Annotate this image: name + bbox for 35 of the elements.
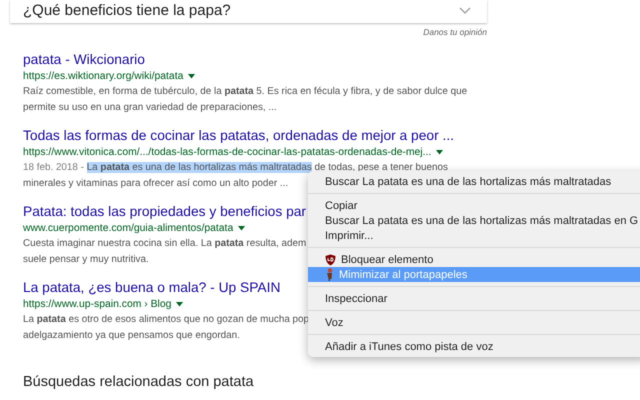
feedback-link[interactable]: Danos tu opinión — [423, 27, 487, 37]
result-title-link[interactable]: Todas las formas de cocinar las patatas, ordenadas de mejor a peor ... — [23, 127, 454, 145]
menu-item[interactable]: Copiar — [308, 198, 640, 213]
menu-item[interactable]: Inspeccionar — [308, 291, 640, 306]
dropdown-caret-icon[interactable] — [238, 226, 246, 231]
result-snippet: 18 feb. 2018 - La patata es una de las hortalizas más maltratadas de todas, pese a tener buenos — [23, 161, 448, 175]
result-snippet: Cuesta imaginar nuestra cocina sin ella. La patata resulta, adem — [23, 237, 306, 251]
menu-item[interactable]: Imprimir... — [308, 228, 640, 243]
result-snippet: Raíz comestible, en forma de tubérculo, de la patata 5. Es rica en fécula y fibra, y de sabor dulce que — [23, 85, 468, 99]
result-snippet: minerales y vitaminas para ofrecer así como un alto poder ... — [23, 176, 288, 190]
dropdown-caret-icon[interactable] — [436, 150, 444, 155]
result-url: https://es.wiktionary.org/wiki/patata — [23, 71, 184, 82]
result-snippet: adelgazamiento ya que pensamos que engordan. — [23, 328, 240, 342]
result-url: www.cuerpomente.com/guia-alimentos/patata — [23, 223, 234, 234]
dropdown-caret-icon[interactable] — [176, 302, 184, 307]
result-snippet: permite su uso en una gran variedad de preparaciones, ... — [23, 100, 277, 114]
menu-item[interactable]: Buscar La patata es una de las hortalizas más maltratadas — [308, 174, 640, 189]
related-searches-heading: Búsquedas relacionadas con patata — [23, 374, 254, 390]
menu-item[interactable]: Añadir a iTunes como pista de voz — [308, 339, 640, 354]
result-url: https://www.up-spain.com › Blog — [23, 299, 172, 310]
dropdown-caret-icon[interactable] — [188, 74, 196, 79]
menu-item[interactable]: Voz — [308, 315, 640, 330]
figure-icon — [325, 268, 334, 281]
question-text: ¿Qué beneficios tiene la papa? — [23, 2, 231, 19]
menu-item[interactable]: Bloquear elemento — [308, 252, 640, 267]
result-title-link[interactable]: Patata: todas las propiedades y beneficios par — [23, 203, 306, 221]
result-title-link[interactable]: patata - Wikcionario — [23, 51, 145, 69]
chevron-icon[interactable] — [459, 6, 471, 14]
result-snippet: La patata es otro de esos alimentos que no gozan de mucha pop — [23, 313, 310, 327]
shield-icon — [325, 254, 336, 266]
result-snippet: suele pensar y muy nutritiva. — [23, 252, 149, 266]
result-title-link[interactable]: La patata, ¿es buena o mala? - Up SPAIN — [23, 279, 280, 297]
menu-item[interactable]: Buscar La patata es una de las hortalizas más maltratadas en G — [308, 213, 640, 228]
result-url: https://www.vitonica.com/.../todas-las-formas-de-cocinar-las-patatas-ordenadas-de-mej... — [23, 147, 432, 158]
question-panel[interactable]: ¿Qué beneficios tiene la papa? — [10, 0, 487, 23]
